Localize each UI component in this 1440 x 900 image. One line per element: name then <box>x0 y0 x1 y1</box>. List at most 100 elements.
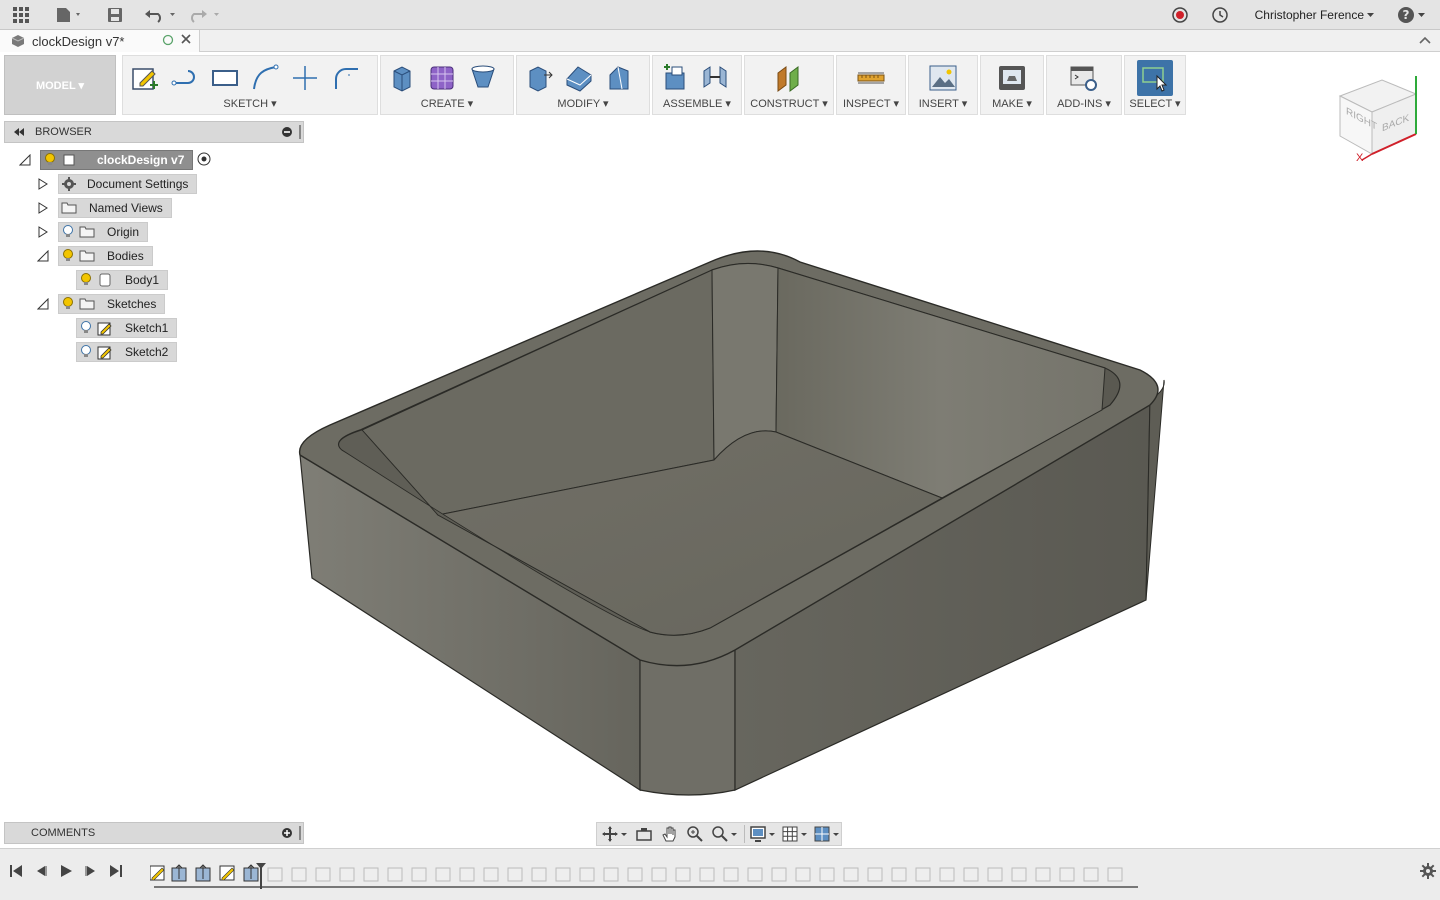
body-icon <box>95 271 115 289</box>
activate-radio-icon[interactable] <box>197 152 211 169</box>
measure-icon[interactable] <box>853 60 889 96</box>
collapse-triangle-icon[interactable] <box>36 297 50 311</box>
display-settings-icon[interactable] <box>749 824 777 844</box>
body1-model[interactable] <box>298 250 1165 796</box>
viewports-icon[interactable] <box>813 824 841 844</box>
collapse-toolbar-icon[interactable] <box>1418 34 1432 49</box>
go-to-start-icon[interactable] <box>6 861 26 881</box>
expand-triangle-icon[interactable] <box>36 201 50 215</box>
redo-icon[interactable] <box>188 0 224 30</box>
play-icon[interactable] <box>56 861 76 881</box>
timeline-settings-gear-icon[interactable] <box>1418 861 1438 881</box>
collapse-triangle-icon[interactable] <box>18 153 32 167</box>
joint-icon[interactable] <box>697 60 733 96</box>
3d-print-icon[interactable] <box>994 60 1030 96</box>
look-at-icon[interactable] <box>633 824 655 844</box>
form-sculpt-icon[interactable] <box>425 60 461 96</box>
bodies-node[interactable]: Bodies <box>58 246 153 266</box>
document-settings-node[interactable]: Document Settings <box>58 174 198 194</box>
rectangle-tool-icon[interactable] <box>207 60 243 96</box>
user-menu[interactable]: Christopher Ference <box>1255 0 1376 30</box>
named-views-node[interactable]: Named Views <box>58 198 172 218</box>
tree-root-node[interactable]: clockDesign v7 <box>40 150 194 170</box>
sketch2-node[interactable]: Sketch2 <box>76 342 178 362</box>
assemble-menu-label[interactable]: ASSEMBLE ▾ <box>653 97 741 110</box>
body1-node[interactable]: Body1 <box>76 270 169 290</box>
addins-group: ADD-INS ▾ <box>1046 55 1122 115</box>
sketch-menu-label[interactable]: SKETCH ▾ <box>123 97 377 110</box>
insert-menu-label[interactable]: INSERT ▾ <box>909 97 977 110</box>
resize-handle[interactable] <box>299 826 301 840</box>
visibility-bulb-icon[interactable] <box>77 271 95 289</box>
press-pull-icon[interactable] <box>521 60 557 96</box>
help-icon[interactable]: ? <box>1396 0 1430 30</box>
hidden-bulb-icon[interactable] <box>59 223 77 241</box>
visibility-bulb-icon[interactable] <box>41 151 59 169</box>
undo-icon[interactable] <box>144 0 180 30</box>
record-icon[interactable] <box>1170 0 1190 30</box>
create-sketch-icon[interactable] <box>127 60 163 96</box>
fit-zoom-icon[interactable] <box>710 824 740 844</box>
browser-panel-header: BROWSER <box>4 121 304 143</box>
pan-hand-icon[interactable] <box>659 824 681 844</box>
insert-image-icon[interactable] <box>925 60 961 96</box>
chamfer-icon[interactable] <box>601 60 637 96</box>
canvas-viewport[interactable] <box>0 52 1440 848</box>
resize-handle[interactable] <box>299 125 301 139</box>
hidden-bulb-icon[interactable] <box>77 319 95 337</box>
history-clock-icon[interactable] <box>1210 0 1230 30</box>
main-toolbar: MODEL ▾ SKETCH ▾ CREATE ▾ MODIFY ▾ ASSEM… <box>4 55 1188 117</box>
extrude-icon[interactable] <box>385 60 421 96</box>
scripts-addins-icon[interactable] <box>1066 60 1102 96</box>
step-forward-icon[interactable] <box>81 861 101 881</box>
close-tab-icon[interactable] <box>180 33 192 48</box>
collapse-panel-icon[interactable] <box>13 127 25 137</box>
sketches-label: Sketches <box>107 297 157 311</box>
zoom-icon[interactable] <box>684 824 706 844</box>
fillet-sketch-icon[interactable] <box>327 60 363 96</box>
apps-grid-icon[interactable] <box>8 0 34 30</box>
workspace-switcher-button[interactable]: MODEL ▾ <box>4 55 116 115</box>
suppressed-features <box>267 867 1123 882</box>
revolve-icon[interactable] <box>465 60 501 96</box>
hidden-bulb-icon[interactable] <box>77 343 95 361</box>
add-comment-icon[interactable] <box>281 827 293 842</box>
step-back-icon[interactable] <box>31 861 51 881</box>
go-to-end-icon[interactable] <box>106 861 126 881</box>
assemble-group: ASSEMBLE ▾ <box>652 55 742 115</box>
tree-item-bodies: Bodies <box>36 246 153 266</box>
timeline-track[interactable] <box>149 863 1140 889</box>
spline-tool-icon[interactable] <box>247 60 283 96</box>
sketch1-node[interactable]: Sketch1 <box>76 318 178 338</box>
comments-title: COMMENTS <box>31 827 96 839</box>
select-tool-icon[interactable] <box>1137 60 1173 96</box>
offset-plane-icon[interactable] <box>771 60 807 96</box>
visibility-bulb-icon[interactable] <box>59 295 77 313</box>
select-menu-label[interactable]: SELECT ▾ <box>1125 97 1185 110</box>
comments-panel-header[interactable]: COMMENTS <box>4 822 304 844</box>
make-menu-label[interactable]: MAKE ▾ <box>981 97 1043 110</box>
point-tool-icon[interactable] <box>287 60 323 96</box>
folder-icon <box>59 199 79 217</box>
browser-options-icon[interactable] <box>281 126 293 141</box>
construct-menu-label[interactable]: CONSTRUCT ▾ <box>745 97 833 110</box>
visibility-bulb-icon[interactable] <box>59 247 77 265</box>
collapse-triangle-icon[interactable] <box>36 249 50 263</box>
origin-node[interactable]: Origin <box>58 222 149 242</box>
new-component-icon[interactable] <box>657 60 693 96</box>
grid-settings-icon[interactable] <box>781 824 809 844</box>
inspect-menu-label[interactable]: INSPECT ▾ <box>837 97 905 110</box>
expand-triangle-icon[interactable] <box>36 177 50 191</box>
view-cube[interactable]: RIGHT BACK X <box>1330 68 1430 168</box>
expand-triangle-icon[interactable] <box>36 225 50 239</box>
save-icon[interactable] <box>104 0 126 30</box>
modify-menu-label[interactable]: MODIFY ▾ <box>517 97 649 110</box>
line-tool-icon[interactable] <box>167 60 203 96</box>
addins-menu-label[interactable]: ADD-INS ▾ <box>1047 97 1121 110</box>
create-menu-label[interactable]: CREATE ▾ <box>381 97 513 110</box>
orbit-icon[interactable] <box>601 824 629 844</box>
document-tab[interactable]: clockDesign v7* <box>0 30 200 52</box>
sketches-node[interactable]: Sketches <box>58 294 166 314</box>
fillet-icon[interactable] <box>561 60 597 96</box>
file-menu-icon[interactable] <box>52 0 86 30</box>
